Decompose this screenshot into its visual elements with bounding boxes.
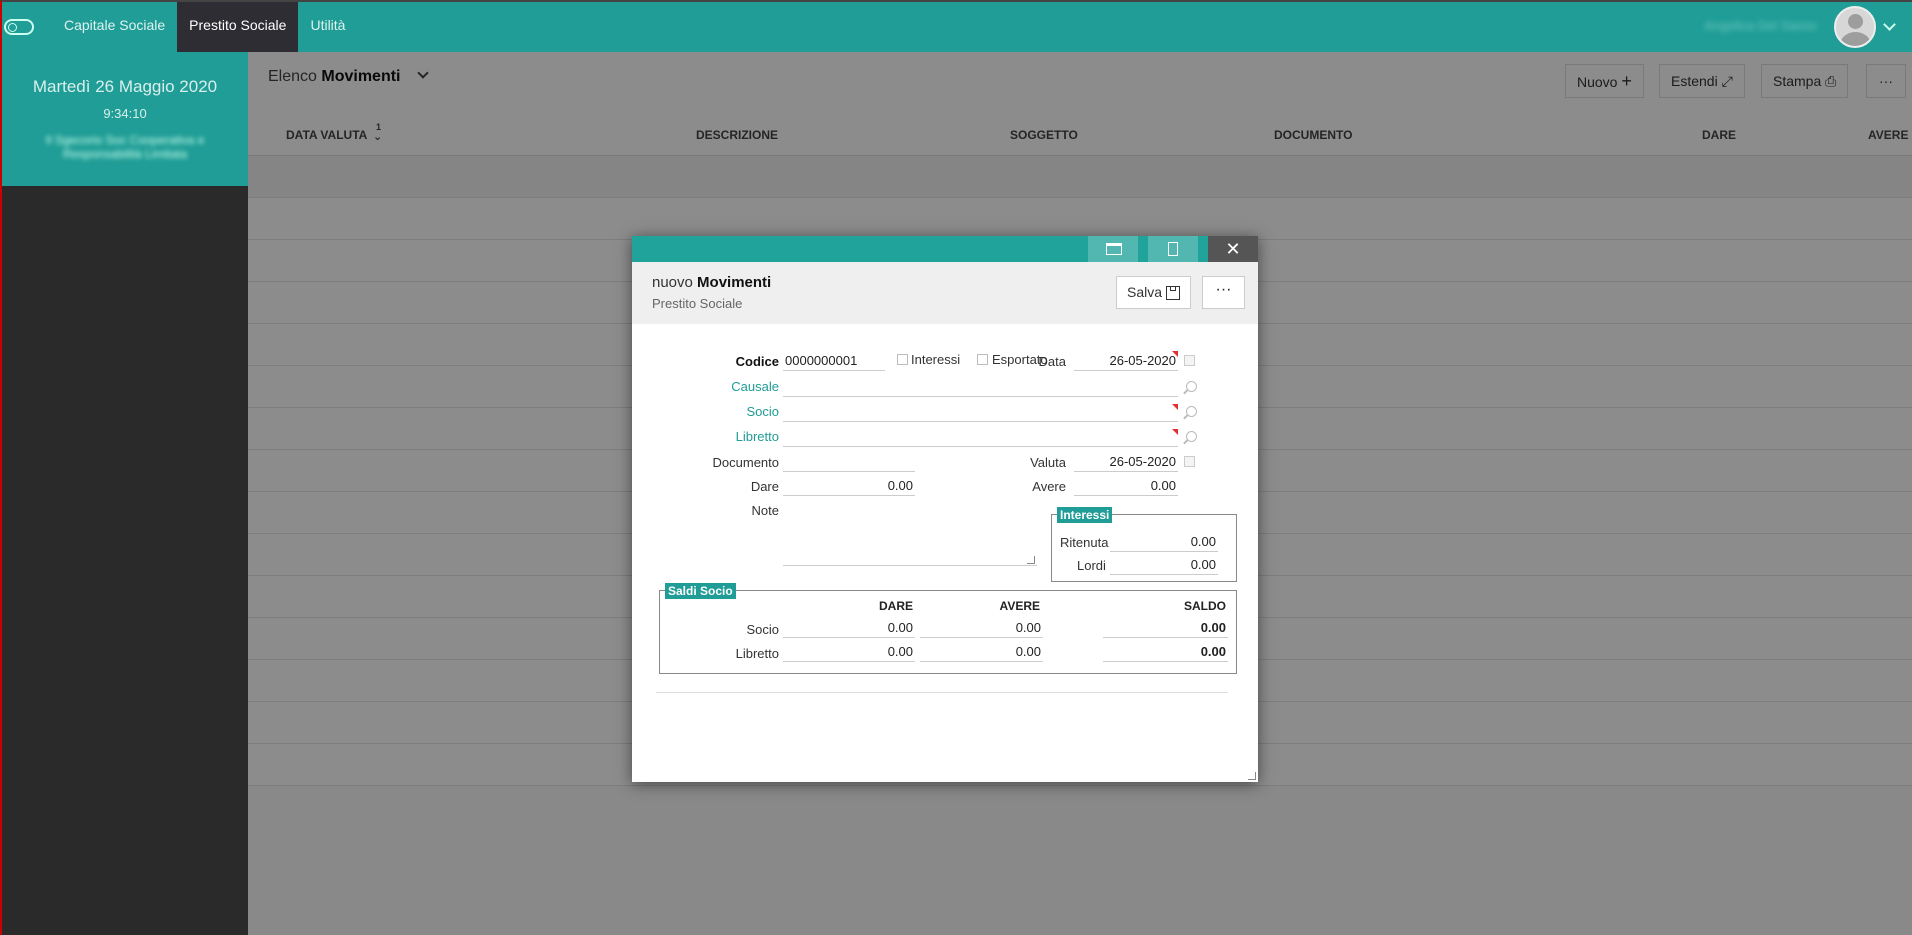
ritenuta-label: Ritenuta (1060, 535, 1109, 550)
data-label: Data (1038, 354, 1066, 369)
esportato-checkbox[interactable] (977, 354, 988, 365)
avere-label: Avere (1032, 479, 1066, 494)
saldi-socio-title: Saldi Socio (665, 583, 736, 599)
dare-label: Dare (750, 479, 779, 494)
dialog-title-prefix: nuovo (652, 274, 693, 291)
sidebar-date: Martedì 26 Maggio 2020 (32, 77, 218, 96)
dialog-title: nuovo Movimenti (652, 274, 771, 291)
chevron-down-icon[interactable] (1883, 18, 1896, 31)
data-field[interactable]: 26-05-2020 (1074, 353, 1178, 371)
saldi-libretto-avere: 0.00 (920, 644, 1043, 662)
mobile-icon[interactable] (1148, 236, 1198, 262)
interessi-checkbox[interactable] (897, 354, 908, 365)
window-icon[interactable] (1088, 236, 1138, 262)
top-bar: Capitale Sociale Prestito Sociale Utilit… (0, 0, 1912, 52)
search-icon[interactable] (1186, 381, 1197, 392)
saldi-header-avere: AVERE (999, 599, 1040, 613)
search-icon[interactable] (1186, 431, 1197, 442)
nav-utilita[interactable]: Utilità (298, 2, 357, 52)
required-marker (1172, 429, 1178, 435)
note-textarea[interactable] (783, 502, 1037, 566)
dialog-more-button[interactable]: ··· (1202, 276, 1245, 309)
avere-field[interactable]: 0.00 (1074, 478, 1178, 496)
save-icon (1166, 286, 1180, 300)
ritenuta-field[interactable]: 0.00 (1110, 534, 1218, 552)
calendar-icon[interactable] (1184, 456, 1195, 467)
saldi-row-label: Socio (746, 622, 779, 637)
new-movement-dialog: ✕ nuovo Movimenti Prestito Sociale Salva… (632, 236, 1258, 782)
top-nav: Capitale Sociale Prestito Sociale Utilit… (52, 2, 357, 52)
user-name[interactable]: Angelica Del Sasso (1704, 18, 1817, 33)
note-label: Note (751, 503, 779, 518)
saldi-socio-dare: 0.00 (783, 620, 915, 638)
dialog-titlebar[interactable]: ✕ (632, 236, 1258, 262)
required-marker (1172, 404, 1178, 410)
movement-form: Codice 0000000001 Interessi Esportato Da… (648, 324, 1242, 708)
interessi-box-title: Interessi (1057, 507, 1113, 523)
nav-capitale-sociale[interactable]: Capitale Sociale (52, 2, 177, 52)
interessi-checkbox-label: Interessi (911, 352, 961, 367)
save-label: Salva (1127, 284, 1163, 300)
saldi-row-label: Libretto (735, 646, 779, 661)
dialog-resize-grip-icon[interactable] (1248, 772, 1256, 780)
menu-toggle-icon[interactable] (4, 19, 34, 35)
dare-field[interactable]: 0.00 (783, 478, 915, 496)
lordi-label: Lordi (1077, 558, 1106, 573)
libretto-field[interactable] (783, 429, 1178, 447)
documento-label: Documento (712, 455, 779, 470)
saldi-libretto-saldo: 0.00 (1103, 644, 1228, 662)
dialog-subtitle: Prestito Sociale (652, 296, 743, 311)
libretto-link[interactable]: Libretto (688, 429, 779, 444)
dialog-bottom-area (632, 708, 1258, 782)
valuta-field[interactable]: 26-05-2020 (1074, 454, 1178, 472)
dialog-header: nuovo Movimenti Prestito Sociale Salva ·… (632, 262, 1258, 324)
valuta-label: Valuta (1030, 455, 1066, 470)
documento-field[interactable] (783, 454, 915, 472)
sidebar-org: Il Sgecorio Soc Cooperativa e Responsabi… (45, 133, 205, 161)
required-marker (1172, 351, 1178, 357)
save-button[interactable]: Salva (1116, 276, 1191, 309)
dialog-title-main: Movimenti (697, 274, 772, 291)
resize-grip-icon[interactable] (1027, 556, 1035, 564)
calendar-icon[interactable] (1184, 355, 1195, 366)
saldi-header-saldo: SALDO (1184, 599, 1226, 613)
saldi-socio-saldo: 0.00 (1103, 620, 1228, 638)
causale-field[interactable] (783, 379, 1178, 397)
codice-label: Codice (735, 354, 779, 369)
causale-link[interactable]: Causale (688, 379, 779, 394)
sidebar: Martedì 26 Maggio 2020 9:34:10 Il Sgecor… (0, 52, 248, 935)
saldi-header-dare: DARE (878, 599, 913, 613)
saldi-socio-avere: 0.00 (920, 620, 1043, 638)
socio-link[interactable]: Socio (688, 404, 779, 419)
socio-field[interactable] (783, 404, 1178, 422)
search-icon[interactable] (1186, 406, 1197, 417)
close-icon[interactable]: ✕ (1208, 236, 1258, 262)
codice-field[interactable]: 0000000001 (783, 353, 885, 371)
sidebar-header: Martedì 26 Maggio 2020 9:34:10 Il Sgecor… (2, 52, 248, 186)
saldi-libretto-dare: 0.00 (783, 644, 915, 662)
nav-prestito-sociale[interactable]: Prestito Sociale (177, 2, 299, 52)
avatar[interactable] (1834, 6, 1876, 48)
divider (656, 692, 1228, 693)
sidebar-time: 9:34:10 (103, 106, 147, 121)
lordi-field[interactable]: 0.00 (1110, 557, 1218, 575)
